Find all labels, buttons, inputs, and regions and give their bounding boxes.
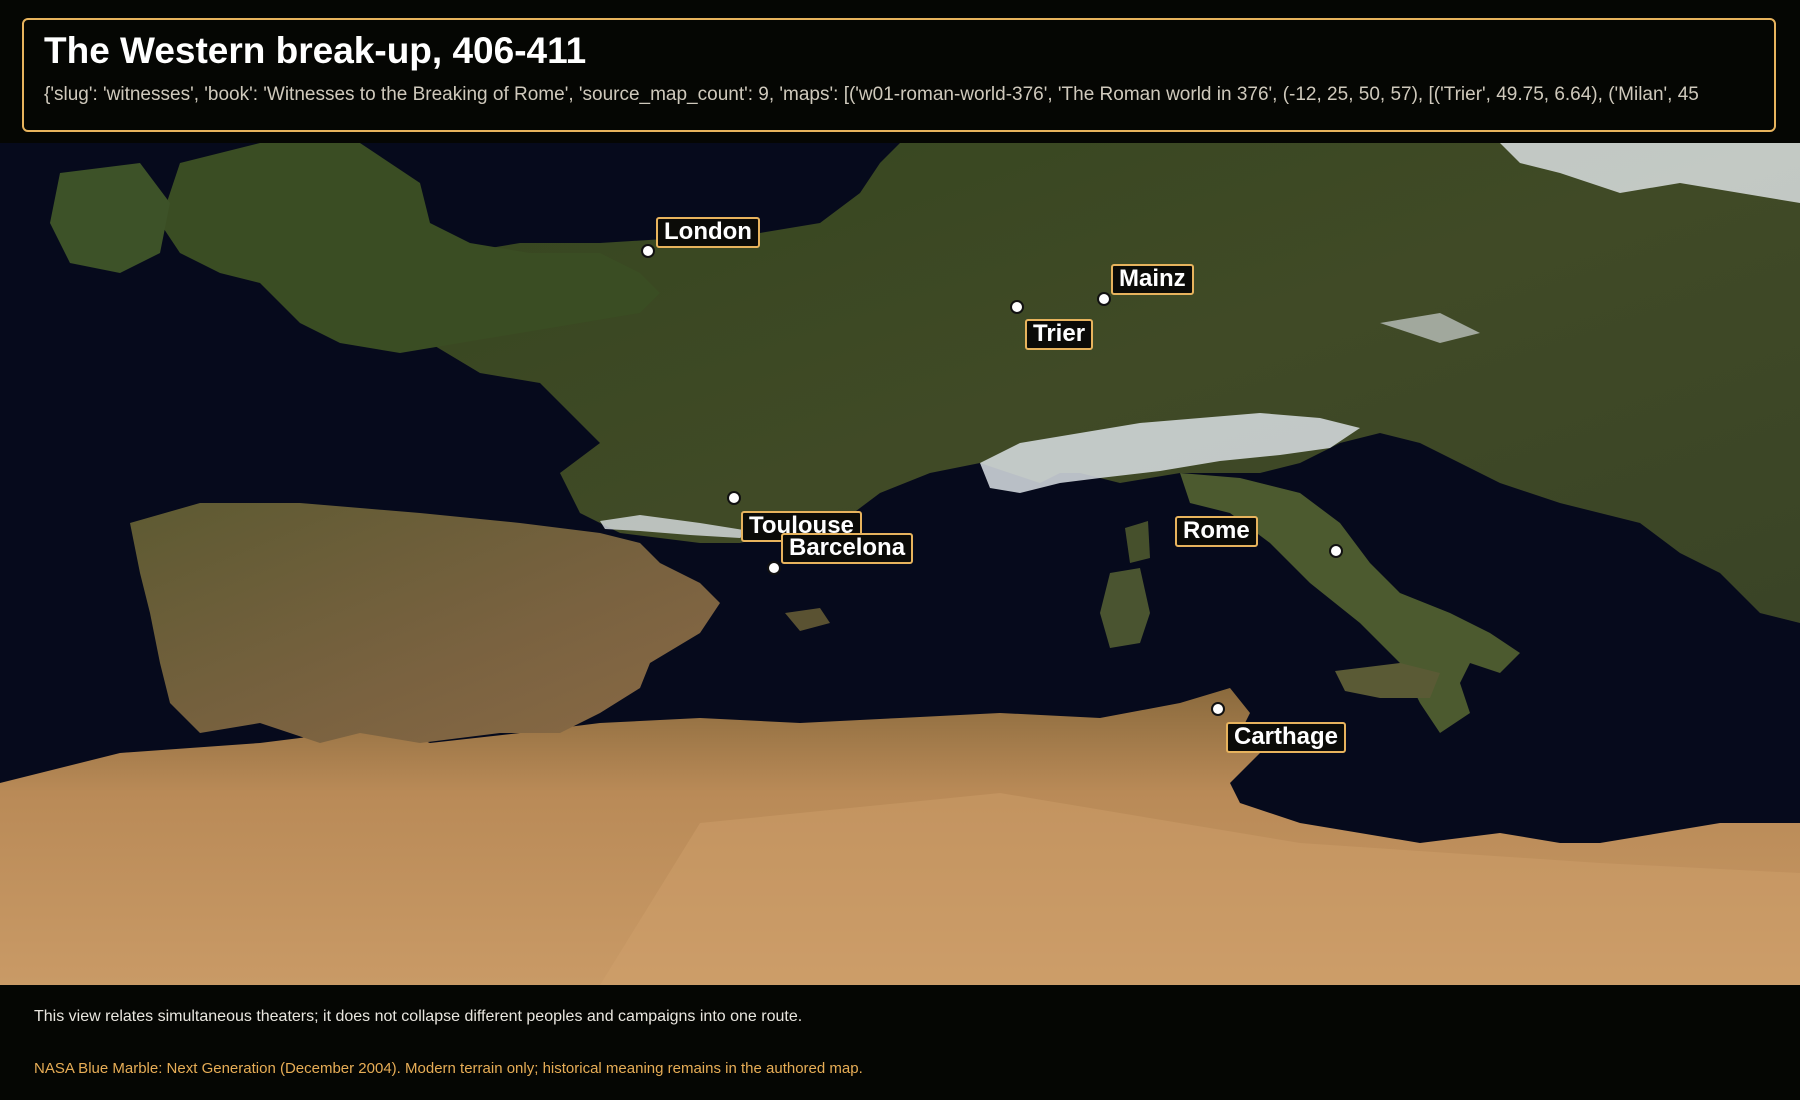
carthage-marker[interactable]	[1211, 702, 1225, 716]
city-label-barcelona[interactable]: Barcelona	[781, 533, 914, 564]
barcelona-marker[interactable]	[767, 561, 781, 575]
city-label-rome[interactable]: Rome	[1175, 516, 1258, 547]
city-label-mainz[interactable]: Mainz	[1111, 264, 1194, 295]
rome-marker[interactable]	[1329, 544, 1343, 558]
map-metadata: {'slug': 'witnesses', 'book': 'Witnesses…	[44, 84, 1699, 105]
terrain-layer	[0, 143, 1800, 985]
city-label-london[interactable]: London	[656, 217, 760, 248]
toulouse-marker[interactable]	[727, 491, 741, 505]
map-title: The Western break-up, 406-411	[44, 30, 587, 71]
city-label-carthage[interactable]: Carthage	[1226, 722, 1347, 753]
satellite-map[interactable]: London Mainz Trier Toulouse Barcelona Ro…	[0, 143, 1800, 985]
london-marker[interactable]	[641, 244, 655, 258]
map-note: This view relates simultaneous theaters;…	[34, 1008, 803, 1025]
city-label-trier[interactable]: Trier	[1025, 319, 1094, 350]
trier-marker[interactable]	[1010, 300, 1024, 314]
title-panel: The Western break-up, 406-411 {'slug': '…	[22, 18, 1776, 132]
ireland	[50, 163, 170, 273]
mainz-marker[interactable]	[1097, 292, 1111, 306]
image-credit: NASA Blue Marble: Next Generation (Decem…	[34, 1060, 863, 1077]
